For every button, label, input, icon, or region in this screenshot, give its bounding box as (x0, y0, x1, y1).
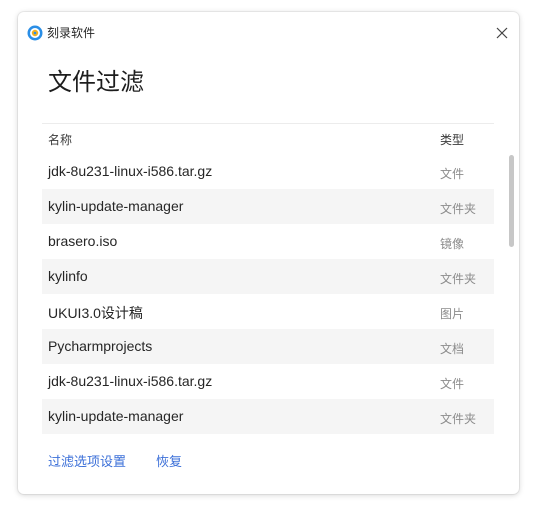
vertical-scrollbar[interactable] (509, 155, 514, 431)
file-name: kylin-update-manager (48, 198, 184, 214)
file-table: 名称 类型 jdk-8u231-linux-i586.tar.gz 文件 kyl… (42, 123, 494, 434)
scrollbar-thumb[interactable] (509, 155, 514, 247)
file-name: brasero.iso (48, 233, 118, 249)
file-type: 图片 (440, 307, 465, 321)
file-name: kylinfo (48, 268, 88, 284)
file-name: kylin-update-manager (48, 408, 184, 424)
table-row[interactable]: Pycharmprojects 文档 (42, 329, 494, 364)
table-row[interactable]: jdk-8u231-linux-i586.tar.gz 文件 (42, 364, 494, 399)
file-name: UKUI3.0设计稿 (48, 305, 143, 321)
file-type: 文件 (440, 377, 465, 391)
table-row[interactable]: kylin-update-manager 文件夹 (42, 189, 494, 224)
close-icon[interactable] (491, 22, 513, 44)
file-type: 文档 (440, 342, 465, 356)
file-name: jdk-8u231-linux-i586.tar.gz (48, 163, 213, 179)
file-type: 文件 (440, 167, 465, 181)
restore-link[interactable]: 恢复 (156, 451, 182, 470)
column-header-name[interactable]: 名称 (48, 131, 72, 148)
app-name: 刻录软件 (47, 26, 96, 40)
table-header: 名称 类型 (42, 123, 494, 154)
file-type: 文件夹 (440, 412, 477, 426)
file-type: 文件夹 (440, 202, 477, 216)
file-name: jdk-8u231-linux-i586.tar.gz (48, 373, 213, 389)
table-row[interactable]: jdk-8u231-linux-i586.tar.gz 文件 (42, 154, 494, 189)
file-type: 文件夹 (440, 272, 477, 286)
page-title: 文件过滤 (48, 69, 144, 96)
table-row[interactable]: kylin-update-manager 文件夹 (42, 399, 494, 434)
column-header-type[interactable]: 类型 (440, 131, 464, 148)
title-bar: 刻录软件 (18, 12, 519, 52)
filter-settings-link[interactable]: 过滤选项设置 (48, 451, 126, 470)
file-filter-dialog: 刻录软件 文件过滤 名称 类型 jdk-8u231-linux-i586.tar… (18, 12, 519, 494)
table-row[interactable]: brasero.iso 镜像 (42, 224, 494, 259)
file-type: 镜像 (440, 237, 465, 251)
table-row[interactable]: kylinfo 文件夹 (42, 259, 494, 294)
file-name: Pycharmprojects (48, 338, 153, 354)
disc-burner-icon (27, 25, 43, 41)
table-row[interactable]: UKUI3.0设计稿 图片 (42, 294, 494, 329)
